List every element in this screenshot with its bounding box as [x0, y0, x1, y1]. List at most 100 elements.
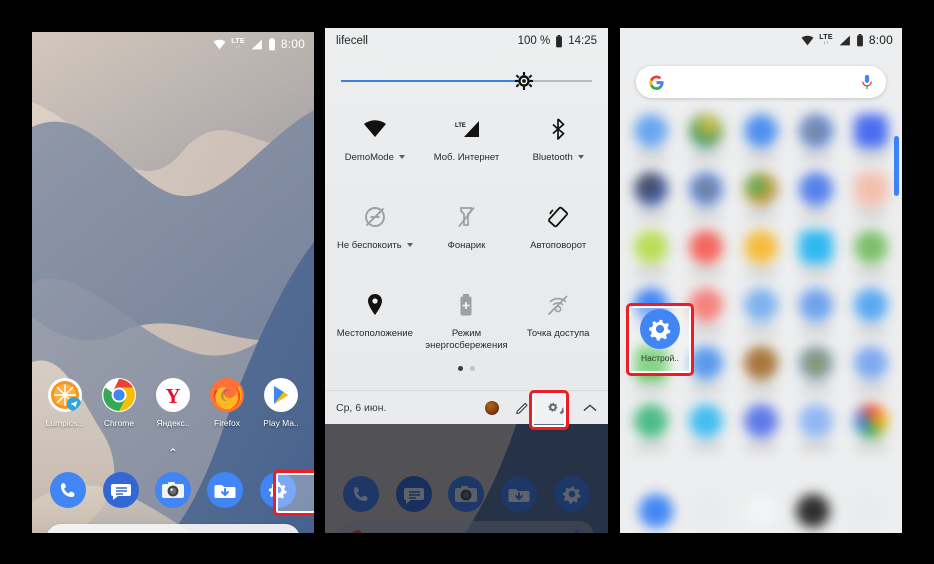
chevron-down-icon[interactable]: [577, 155, 584, 160]
app-icon: [853, 172, 888, 206]
list-item[interactable]: [843, 172, 898, 218]
phone-icon[interactable]: [639, 494, 674, 528]
settings-app-item[interactable]: Настрой..: [631, 309, 689, 363]
app-icon: [689, 230, 724, 264]
list-item[interactable]: [788, 172, 843, 218]
drawer-search-bar[interactable]: [636, 66, 886, 98]
list-item[interactable]: [788, 114, 843, 160]
list-item[interactable]: [624, 230, 679, 276]
app-icon: [689, 346, 724, 380]
list-item[interactable]: [624, 114, 679, 160]
camera-icon[interactable]: [154, 472, 191, 508]
settings-gear-icon[interactable]: [848, 494, 883, 528]
list-item[interactable]: [734, 114, 789, 160]
microphone-icon[interactable]: [276, 532, 289, 533]
list-item[interactable]: [624, 172, 679, 218]
app-icon: [743, 404, 778, 438]
qs-tile-flashlight[interactable]: Фонарик: [421, 194, 513, 276]
highlight-settings-dock: [273, 470, 314, 516]
app-label: [745, 153, 776, 160]
list-item[interactable]: [788, 288, 843, 334]
carrier-label: lifecell: [336, 35, 368, 47]
page-dot[interactable]: [470, 366, 475, 371]
qs-page-indicator: [325, 366, 608, 371]
status-bar: LTE ↓↑ 8:00: [32, 32, 314, 56]
lte-indicator: LTE ↓↑: [819, 34, 833, 46]
app-item-firefox[interactable]: Firefox: [202, 377, 252, 428]
qs-tile-battery-saver[interactable]: Режим энергосбережения: [421, 282, 513, 364]
app-label: [636, 269, 667, 276]
app-icon: [853, 288, 888, 322]
list-item[interactable]: [734, 288, 789, 334]
camera-icon[interactable]: [743, 494, 778, 528]
brightness-sun-icon[interactable]: [515, 72, 534, 90]
app-label: Lumpics:..: [45, 418, 85, 428]
phone-icon[interactable]: [50, 472, 87, 508]
list-item[interactable]: [843, 288, 898, 334]
app-label: [800, 385, 831, 392]
list-item[interactable]: [788, 346, 843, 392]
qs-tile-mobile-data[interactable]: LTE Моб. Интернет: [421, 106, 513, 188]
list-item[interactable]: [843, 346, 898, 392]
app-label: [691, 269, 722, 276]
highlight-qs-settings-gear: [529, 390, 569, 430]
qs-tile-do-not-disturb[interactable]: Не беспокоить: [329, 194, 421, 276]
app-label: [691, 153, 722, 160]
app-label: [691, 443, 722, 450]
drawer-scrollbar[interactable]: [894, 136, 899, 196]
list-item[interactable]: [679, 230, 734, 276]
brightness-slider[interactable]: [341, 64, 592, 98]
list-item[interactable]: [788, 404, 843, 450]
pencil-edit-icon[interactable]: [515, 400, 530, 415]
list-item[interactable]: [679, 404, 734, 450]
microphone-icon[interactable]: [860, 74, 874, 91]
downloads-icon[interactable]: [207, 472, 244, 508]
list-item[interactable]: [679, 172, 734, 218]
list-item[interactable]: [679, 114, 734, 160]
qs-tile-auto-rotate[interactable]: Автоповорот: [512, 194, 604, 276]
qs-tile-bluetooth[interactable]: Bluetooth: [512, 106, 604, 188]
chevron-down-icon[interactable]: [398, 155, 405, 160]
list-item[interactable]: [734, 172, 789, 218]
status-bar: LTE ↓↑ 8:00: [620, 28, 902, 52]
app-label: [855, 153, 886, 160]
home-app-row: Lumpics:.. Chrome Y Яндекс.. Firefox Pla…: [32, 377, 314, 428]
downloads-icon[interactable]: [796, 494, 831, 528]
page-dot-active[interactable]: [458, 366, 463, 371]
messages-icon[interactable]: [691, 494, 726, 528]
list-item[interactable]: [624, 404, 679, 450]
app-label: [745, 269, 776, 276]
app-item-yandex[interactable]: Y Яндекс..: [148, 377, 198, 428]
app-icon: [798, 114, 833, 148]
list-item[interactable]: [843, 114, 898, 160]
app-item-lumpics[interactable]: Lumpics:..: [40, 377, 90, 428]
list-item[interactable]: [843, 230, 898, 276]
qs-tile-hotspot[interactable]: Точка доступа: [512, 282, 604, 364]
list-item[interactable]: [734, 230, 789, 276]
google-g-icon: [648, 74, 665, 91]
user-avatar[interactable]: [485, 400, 499, 415]
app-label: [855, 211, 886, 218]
qs-tile-demomode[interactable]: DemoMode: [329, 106, 421, 188]
list-item[interactable]: [788, 230, 843, 276]
mobile-data-icon: LTE: [449, 114, 483, 144]
app-item-chrome[interactable]: Chrome: [94, 377, 144, 428]
drawer-dock: [620, 491, 902, 531]
chevron-up-icon[interactable]: [583, 403, 597, 413]
qs-tile-location[interactable]: Местоположение: [329, 282, 421, 364]
app-label: [745, 327, 776, 334]
app-icon: [689, 404, 724, 438]
list-item[interactable]: [843, 404, 898, 450]
google-search-bar[interactable]: [46, 524, 300, 533]
battery-icon: [856, 33, 864, 47]
messages-icon[interactable]: [102, 472, 139, 508]
list-item[interactable]: [734, 346, 789, 392]
app-icon: [689, 114, 724, 148]
chevron-down-icon[interactable]: [406, 243, 413, 248]
list-item[interactable]: [734, 404, 789, 450]
phone-1-home-screen: LTE ↓↑ 8:00 Lumpics:.. Chrome Y Яндекс..…: [32, 32, 314, 533]
signal-icon: [838, 35, 851, 46]
app-label: [800, 269, 831, 276]
app-item-play-market[interactable]: Play Ma..: [256, 377, 306, 428]
app-drawer-handle[interactable]: ⌃: [32, 447, 314, 459]
